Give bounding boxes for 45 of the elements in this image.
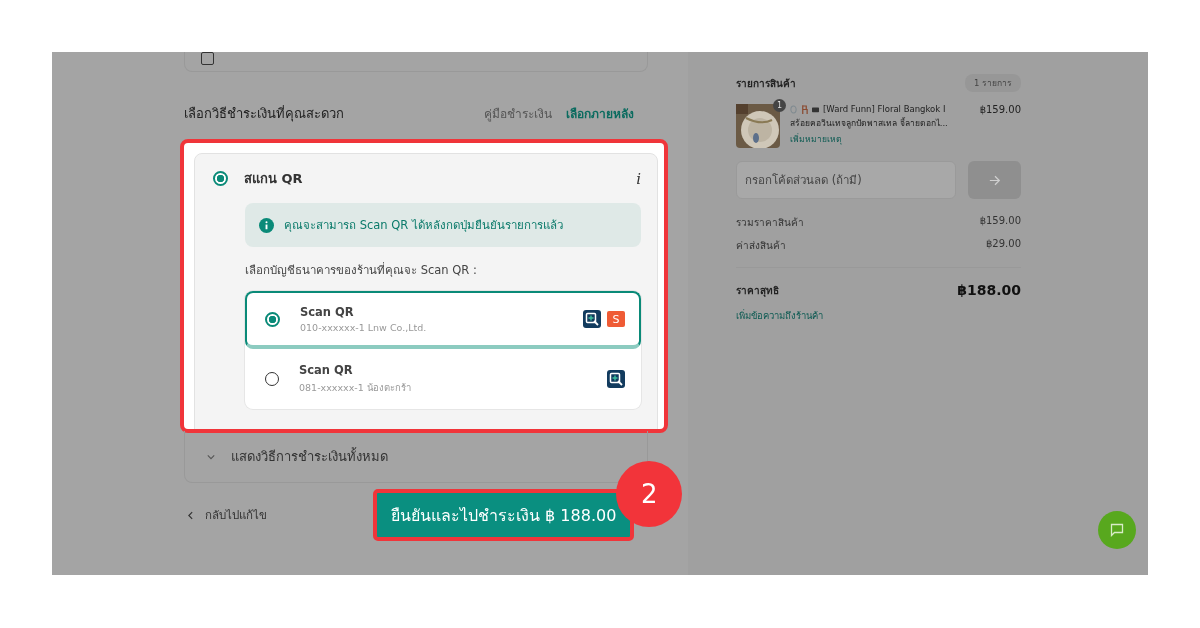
- item-title: สร้อยคอวินเทจลูกปัดพาสเทล จี้ลายดอกไ...: [790, 116, 949, 130]
- back-link[interactable]: กลับไปแก้ไข: [184, 506, 267, 524]
- item-title: [Ward Funn] Floral Bangkok I: [823, 104, 946, 114]
- account-title: Scan QR: [300, 305, 355, 319]
- summary-value: ฿29.00: [986, 238, 1021, 251]
- account-title: Scan QR: [299, 363, 354, 377]
- info-icon: [259, 217, 274, 233]
- item-price: ฿159.00: [979, 104, 1021, 117]
- account-detail: 010-xxxxxx-1 Lnw Co.,Ltd.: [300, 322, 428, 333]
- add-note-link[interactable]: เพิ่มหมายเหตุ: [790, 132, 970, 146]
- quantity-badge: 1: [773, 99, 786, 112]
- qr-scan-icon: [607, 370, 625, 388]
- account-prompt: เลือกบัญชีธนาคารของร้านที่คุณจะ Scan QR :: [245, 261, 478, 279]
- account-detail: 081-xxxxxx-1 น้องตะกร้า: [299, 381, 412, 395]
- account-option[interactable]: Scan QR 010-xxxxxx-1 Lnw Co.,Ltd. S: [245, 291, 641, 349]
- chevron-down-icon: [207, 453, 215, 460]
- qr-scan-icon: [583, 310, 601, 328]
- confirm-button[interactable]: ยืนยันและไปชำระเงิน ฿ 188.00: [373, 489, 635, 541]
- total-value: ฿188.00: [957, 282, 1021, 298]
- camera-icon: [812, 104, 819, 114]
- radio-button[interactable]: [213, 171, 228, 186]
- info-icon[interactable]: i: [636, 169, 641, 188]
- chat-icon: [1110, 523, 1124, 537]
- summary-heading: รายการสินค้า: [736, 76, 796, 91]
- message-link[interactable]: เพิ่มข้อความถึงร้านค้า: [736, 308, 1021, 323]
- step-badge: 2: [616, 461, 683, 527]
- chair-icon: [801, 104, 808, 114]
- radio-button[interactable]: [265, 311, 280, 327]
- shop-wallet-icon: S: [607, 311, 625, 327]
- account-option[interactable]: Scan QR 081-xxxxxx-1 น้องตะกร้า: [245, 349, 641, 409]
- arrow-right-icon: [988, 174, 1001, 186]
- item-count: 1 รายการ: [964, 74, 1021, 92]
- notice-text: คุณจะสามารถ Scan QR ได้หลังกดปุ่มยืนยันรายการแล้ว: [284, 217, 563, 234]
- total-label: ราคาสุทธิ: [736, 283, 779, 298]
- link[interactable]: คู่มือชำระเงิน: [484, 104, 552, 123]
- chat-button[interactable]: [1098, 511, 1136, 549]
- checkbox[interactable]: [201, 52, 214, 65]
- coupon-field[interactable]: กรอกโค้ดส่วนลด (ถ้ามี): [736, 161, 957, 199]
- summary-label: ค่าส่งสินค้า: [736, 239, 786, 253]
- method-label: สแกน QR: [244, 170, 304, 188]
- section-heading: เลือกวิธีชำระเงินที่คุณสะดวก: [184, 104, 344, 124]
- ring-icon: [790, 104, 797, 114]
- summary-label: รวมราคาสินค้า: [736, 216, 804, 230]
- summary-value: ฿159.00: [979, 215, 1021, 228]
- chevron-left-icon: [188, 510, 193, 520]
